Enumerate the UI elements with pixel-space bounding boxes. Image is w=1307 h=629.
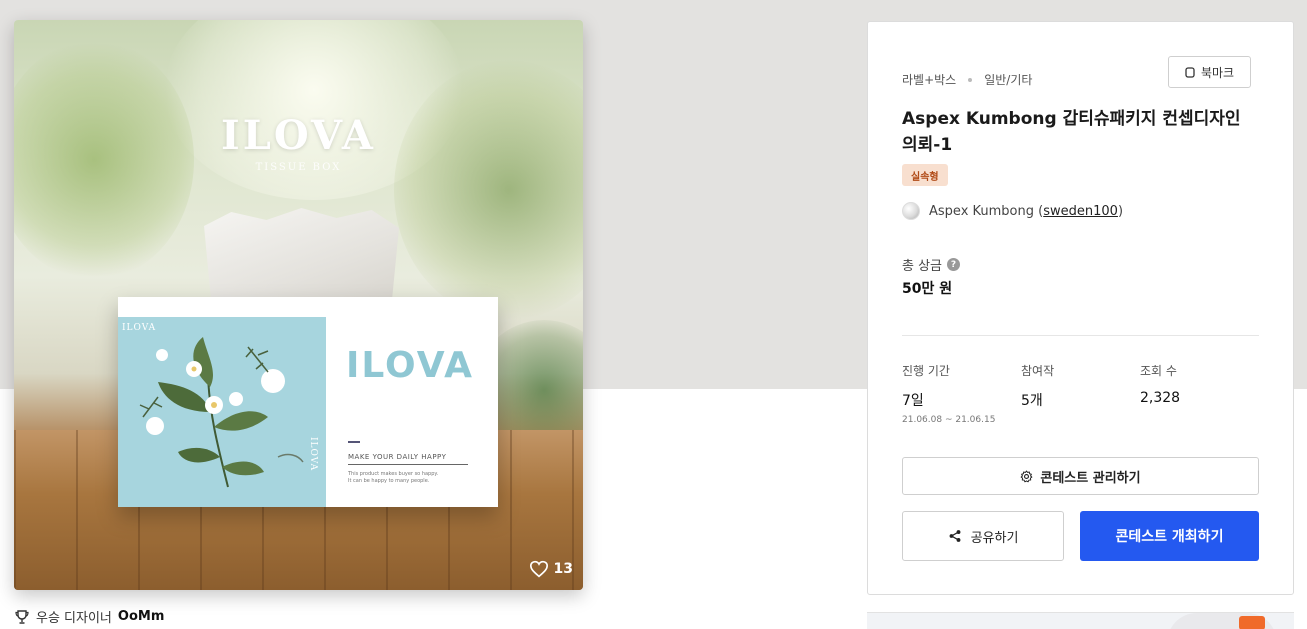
tissue-paper [204, 208, 399, 308]
poster-subtitle: TISSUE BOX [255, 162, 342, 173]
winner-designer: 우승 디자이너 OoMm [14, 607, 164, 626]
host-name: Aspex Kumbong [929, 203, 1034, 219]
contest-image[interactable]: ILOVA TISSUE BOX ILOVA ILOVA ILOVA MAKE … [14, 20, 583, 590]
host-info: Aspex Kumbong (sweden100) [902, 202, 1123, 220]
avatar [902, 202, 920, 220]
contest-title: Aspex Kumbong 갑티슈패키지 컨셉디자인 의뢰-1 [902, 109, 1241, 155]
category-breadcrumb: 라벨+박스 일반/기타 [902, 71, 1032, 88]
subcategory-label[interactable]: 일반/기타 [984, 71, 1032, 88]
winner-designer-name[interactable]: OoMm [118, 609, 164, 624]
stat-label: 진행 기간 [902, 364, 950, 378]
bookmark-button[interactable]: 북마크 [1168, 56, 1251, 88]
host-contest-button[interactable]: 콘테스트 개최하기 [1080, 511, 1259, 561]
host-paren-close: ) [1117, 203, 1124, 219]
box-small-text: This product makes buyer so happy. It ca… [348, 471, 438, 485]
winner-label: 우승 디자이너 [36, 611, 112, 626]
breadcrumb-separator [968, 77, 973, 82]
tissue-box: ILOVA ILOVA ILOVA MAKE YOUR DAILY HAPPY … [118, 297, 498, 507]
stat-value: 5개 [1021, 393, 1043, 409]
stat-views: 조회 수 2,328 [1140, 362, 1180, 406]
box-small-line: It can be happy to many people. [348, 478, 430, 484]
box-brand: ILOVA [346, 345, 474, 386]
host-id-link[interactable]: sweden100 [1043, 204, 1118, 219]
bookmark-label: 북마크 [1200, 65, 1235, 80]
botanical-illustration [139, 337, 304, 488]
stat-label: 조회 수 [1140, 364, 1177, 378]
ad-banner[interactable] [867, 612, 1294, 629]
share-button[interactable]: 공유하기 [902, 511, 1064, 561]
share-icon [949, 530, 961, 542]
category-label[interactable]: 라벨+박스 [902, 71, 956, 88]
stat-value: 7일 [902, 393, 924, 409]
stat-date-range: 21.06.08 ~ 21.06.15 [902, 415, 996, 425]
gear-icon [1021, 469, 1033, 482]
prize-value: 50만 원 [902, 281, 953, 297]
poster-title: ILOVA [221, 112, 376, 159]
ad-badge [1239, 616, 1265, 629]
stat-value: 2,328 [1140, 390, 1181, 406]
trophy-icon [15, 609, 29, 624]
box-small-line: This product makes buyer so happy. [348, 471, 439, 477]
manage-contest-button[interactable]: 콘테스트 관리하기 [902, 457, 1259, 495]
share-label: 공유하기 [970, 530, 1019, 546]
contest-info-panel: 라벨+박스 일반/기타 북마크 Aspex Kumbong 갑티슈패키지 컨셉디… [867, 21, 1294, 595]
prize-label-text: 총 상금 [902, 259, 943, 274]
stat-label: 참여작 [1021, 364, 1055, 378]
manage-contest-label: 콘테스트 관리하기 [1040, 470, 1141, 486]
box-illustration-panel: ILOVA ILOVA [118, 317, 326, 507]
prize-label: 총 상금 ? [902, 255, 961, 274]
like-button[interactable]: 13 [529, 560, 573, 578]
box-dash [348, 441, 360, 443]
heart-icon [529, 560, 548, 578]
stat-duration: 진행 기간 7일 21.06.08 ~ 21.06.15 [902, 362, 995, 425]
bookmark-icon [1185, 66, 1195, 78]
host-contest-label: 콘테스트 개최하기 [1115, 529, 1224, 545]
divider [902, 335, 1259, 336]
box-tagline: MAKE YOUR DAILY HAPPY [348, 453, 468, 465]
help-icon[interactable]: ? [947, 258, 961, 271]
like-count: 13 [553, 561, 573, 577]
contest-type-badge: 실속형 [902, 164, 948, 186]
stat-entries: 참여작 5개 [1021, 362, 1054, 410]
